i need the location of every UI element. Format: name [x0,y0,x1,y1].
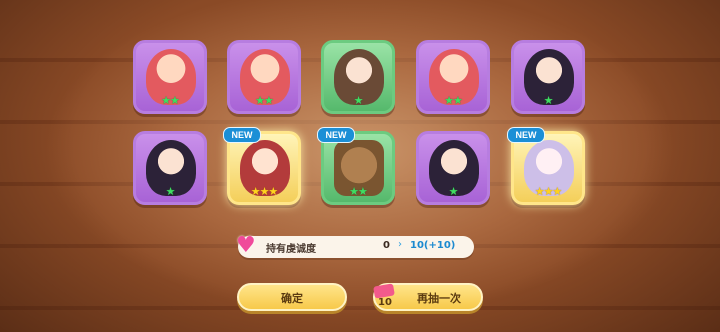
character-card[interactable]: ★★ [416,40,490,114]
character-card[interactable]: ★★ [227,40,301,114]
star-rating: ★★ [161,94,180,107]
ticket-icon: 10 [371,283,397,313]
star-rating: ★★ [255,94,274,107]
character-card[interactable]: ★ [321,40,395,114]
star-rating: ★ [543,94,554,107]
new-badge: NEW [317,127,355,143]
star-rating: ★ [448,185,459,198]
character-card[interactable]: ★ [416,131,490,205]
draw-again-button[interactable]: 10 再抽一次 [373,283,483,311]
ticket-cost: 10 [378,297,392,308]
star-rating: ★★★ [250,185,279,198]
star-rating: ★★ [349,185,368,198]
star-rating: ★ [353,94,364,107]
character-card[interactable]: ★ [511,40,585,114]
character-card[interactable]: ★ [133,131,207,205]
character-card[interactable]: ★★ [133,40,207,114]
piety-current-value: 0 [383,240,390,251]
new-badge: NEW [507,127,545,143]
heart-icon: ♥ [236,233,256,258]
piety-next-value: 10(+10) [410,240,456,251]
star-rating: ★★★ [534,185,563,198]
piety-label: 持有虔诚度 [266,244,316,255]
arrow-right-icon: › [398,239,402,250]
confirm-button[interactable]: 确定 [237,283,347,311]
star-rating: ★★ [444,94,463,107]
draw-again-label: 再抽一次 [417,292,461,305]
piety-info-bar: ♥ 持有虔诚度 0 › 10(+10) [236,233,474,258]
star-rating: ★ [165,185,176,198]
new-badge: NEW [223,127,261,143]
